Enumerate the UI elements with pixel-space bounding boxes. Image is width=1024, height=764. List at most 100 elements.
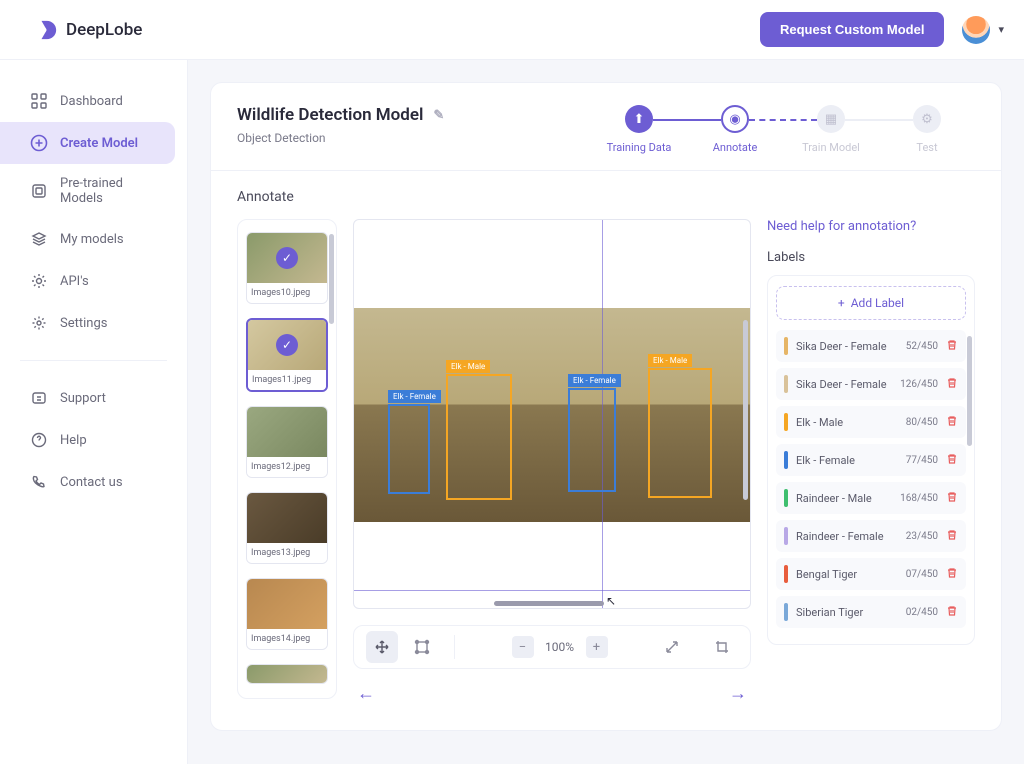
thumbnail-caption: Images11.jpeg [248, 370, 326, 390]
help-icon [30, 431, 48, 449]
thumbnail-item[interactable]: Images12.jpeg [246, 406, 328, 478]
sidebar: Dashboard Create Model Pre-trained Model… [0, 60, 188, 764]
request-custom-model-button[interactable]: Request Custom Model [760, 12, 944, 47]
label-swatch [784, 337, 788, 355]
delete-label-button[interactable] [946, 529, 958, 544]
step-train-model: ▦ Train Model [783, 105, 879, 154]
labels-scrollbar[interactable] [967, 336, 972, 446]
bookmark-icon: ◉ [721, 105, 749, 133]
edit-icon[interactable]: ✎ [433, 108, 444, 123]
label-row[interactable]: Raindeer - Female23/450 [776, 520, 966, 552]
delete-label-button[interactable] [946, 491, 958, 506]
thumbnail-image [247, 579, 327, 629]
main-content: Wildlife Detection Model ✎ Object Detect… [188, 60, 1024, 764]
delete-label-button[interactable] [946, 453, 958, 468]
prev-image-button[interactable]: ← [357, 683, 375, 704]
bounding-box[interactable]: Elk - Female [568, 388, 616, 492]
label-swatch [784, 489, 788, 507]
canvas-scrollbar-vertical[interactable] [743, 320, 748, 500]
bounding-box[interactable]: Elk - Male [446, 374, 512, 500]
stepper: ⬆ Training Data ◉ Annotate ▦ Train Model [591, 105, 975, 154]
thumbnail-item[interactable]: Images14.jpeg [246, 578, 328, 650]
label-swatch [784, 565, 788, 583]
sidebar-item-dashboard[interactable]: Dashboard [0, 80, 187, 122]
sidebar-item-label: Create Model [60, 136, 138, 151]
delete-label-button[interactable] [946, 415, 958, 430]
delete-label-button[interactable] [946, 567, 958, 582]
train-icon: ▦ [817, 105, 845, 133]
plus-icon: + [838, 296, 845, 310]
label-count: 77/450 [906, 455, 938, 466]
delete-label-button[interactable] [946, 605, 958, 620]
labels-panel: + Add Label Sika Deer - Female52/450 Sika… [767, 275, 975, 645]
step-annotate[interactable]: ◉ Annotate [687, 105, 783, 154]
thumbnail-scrollbar[interactable] [329, 234, 334, 324]
zoom-in-button[interactable]: + [586, 636, 608, 658]
move-tool-button[interactable] [366, 631, 398, 663]
sidebar-item-contact[interactable]: Contact us [0, 461, 187, 503]
sidebar-item-label: Dashboard [60, 94, 123, 109]
section-title: Annotate [237, 189, 975, 205]
thumbnail-item[interactable] [246, 664, 328, 684]
sidebar-item-help[interactable]: Help [0, 419, 187, 461]
logo-icon [36, 19, 58, 41]
layers-icon [30, 230, 48, 248]
annotation-help-link[interactable]: Need help for annotation? [767, 219, 975, 234]
label-swatch [784, 451, 788, 469]
rectangle-tool-button[interactable] [406, 631, 438, 663]
delete-label-button[interactable] [946, 377, 958, 392]
upload-icon: ⬆ [625, 105, 653, 133]
dashboard-icon [30, 92, 48, 110]
sidebar-item-my-models[interactable]: My models [0, 218, 187, 260]
sidebar-item-settings[interactable]: Settings [0, 302, 187, 344]
thumbnail-item[interactable]: ✓ Images11.jpeg [246, 318, 328, 392]
label-row[interactable]: Elk - Female77/450 [776, 444, 966, 476]
annotation-canvas[interactable]: Elk - Female Elk - Male Elk - Female Elk… [353, 219, 751, 609]
avatar[interactable] [962, 16, 990, 44]
zoom-value: 100% [542, 640, 578, 654]
labels-title: Labels [767, 250, 975, 265]
step-training-data[interactable]: ⬆ Training Data [591, 105, 687, 154]
thumbnail-caption: Images14.jpeg [247, 629, 327, 649]
check-icon: ✓ [276, 334, 298, 356]
crosshair-horizontal [354, 590, 750, 591]
label-row[interactable]: Sika Deer - Female52/450 [776, 330, 966, 362]
gear-icon: ⚙ [913, 105, 941, 133]
crop-tool-button[interactable] [706, 631, 738, 663]
step-test: ⚙ Test [879, 105, 975, 154]
chevron-down-icon[interactable]: ▾ [998, 23, 1004, 36]
delete-label-button[interactable] [946, 339, 958, 354]
bounding-box[interactable]: Elk - Male [648, 368, 712, 498]
sidebar-item-support[interactable]: Support [0, 377, 187, 419]
label-swatch [784, 375, 788, 393]
label-swatch [784, 527, 788, 545]
canvas-scrollbar-horizontal[interactable] [494, 601, 604, 606]
label-row[interactable]: Sika Deer - Female126/450 [776, 368, 966, 400]
brand-logo[interactable]: DeepLobe [36, 19, 142, 41]
sidebar-item-label: Contact us [60, 475, 123, 490]
cursor-icon: ↖ [606, 594, 616, 608]
sidebar-item-create-model[interactable]: Create Model [0, 122, 175, 164]
thumbnail-item[interactable]: ✓ Images10.jpeg [246, 232, 328, 304]
thumbnail-caption: Images12.jpeg [247, 457, 327, 477]
label-name: Sika Deer - Female [796, 378, 892, 391]
label-row[interactable]: Bengal Tiger07/450 [776, 558, 966, 590]
label-name: Raindeer - Male [796, 492, 892, 505]
add-label-button[interactable]: + Add Label [776, 286, 966, 320]
zoom-out-button[interactable]: − [512, 636, 534, 658]
next-image-button[interactable]: → [729, 683, 747, 704]
label-name: Siberian Tiger [796, 606, 898, 619]
support-icon [30, 389, 48, 407]
sidebar-item-label: Help [60, 433, 87, 448]
phone-icon [30, 473, 48, 491]
sidebar-item-pretrained[interactable]: Pre-trained Models [0, 164, 187, 218]
thumbnail-item[interactable]: Images13.jpeg [246, 492, 328, 564]
sidebar-item-apis[interactable]: API's [0, 260, 187, 302]
expand-tool-button[interactable] [656, 631, 688, 663]
bounding-box[interactable]: Elk - Female [388, 404, 430, 494]
label-row[interactable]: Elk - Male80/450 [776, 406, 966, 438]
thumbnail-image: ✓ [248, 320, 326, 370]
label-row[interactable]: Siberian Tiger02/450 [776, 596, 966, 628]
check-icon: ✓ [276, 247, 298, 269]
label-row[interactable]: Raindeer - Male168/450 [776, 482, 966, 514]
